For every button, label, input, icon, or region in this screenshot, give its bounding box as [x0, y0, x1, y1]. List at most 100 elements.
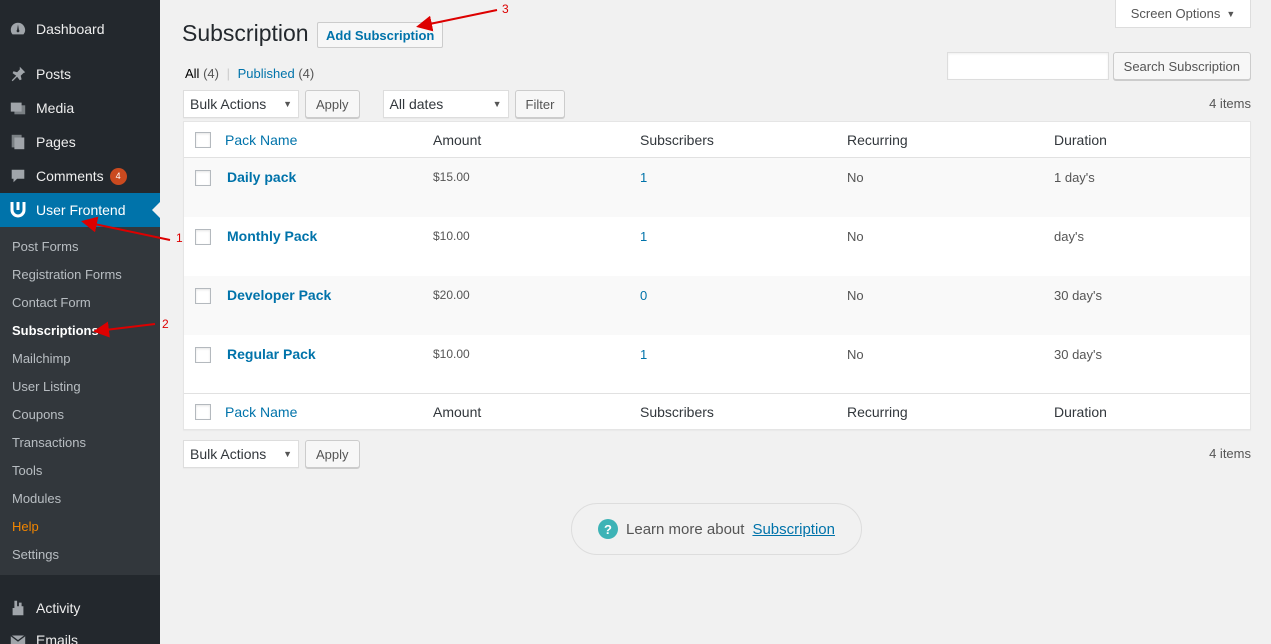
column-pack-name[interactable]: Pack Name: [225, 404, 297, 420]
menu-emails[interactable]: Emails: [0, 625, 160, 644]
menu-label: Media: [36, 100, 75, 116]
question-icon: ?: [598, 519, 619, 539]
date-filter-value: All dates: [389, 96, 444, 112]
search-subscription-button[interactable]: Search Subscription: [1112, 52, 1251, 80]
items-count-bottom: 4 items: [1209, 446, 1251, 461]
pack-recurring: No: [847, 347, 864, 362]
apply-button-top[interactable]: Apply: [305, 90, 360, 118]
row-checkbox[interactable]: [195, 347, 211, 363]
search-input[interactable]: [946, 52, 1109, 80]
pack-name-link[interactable]: Regular Pack: [227, 346, 316, 362]
column-duration: Duration: [1054, 131, 1107, 148]
pack-subscribers-link[interactable]: 1: [640, 170, 647, 185]
submenu-tools[interactable]: Tools: [0, 457, 160, 485]
pack-amount: $10.00: [433, 229, 470, 243]
comment-count-badge: 4: [109, 167, 127, 185]
bulk-actions-select-top[interactable]: Bulk Actions ▼: [183, 90, 299, 118]
menu-comments[interactable]: Comments 4: [0, 159, 160, 193]
row-checkbox[interactable]: [195, 170, 211, 186]
pack-recurring: No: [847, 288, 864, 303]
bulk-actions-value: Bulk Actions: [190, 96, 267, 112]
media-icon: [8, 98, 28, 118]
pack-name-link[interactable]: Daily pack: [227, 169, 296, 185]
date-filter-select[interactable]: All dates ▼: [382, 90, 509, 118]
caret-down-icon: ▼: [492, 99, 502, 109]
items-count-top: 4 items: [1209, 96, 1251, 111]
bulk-actions-select-bottom[interactable]: Bulk Actions ▼: [183, 440, 299, 468]
submenu-contact-form[interactable]: Contact Form: [0, 289, 160, 317]
submenu-user-listing[interactable]: User Listing: [0, 373, 160, 401]
pack-recurring: No: [847, 170, 864, 185]
menu-label: User Frontend: [36, 202, 126, 218]
submenu-subscriptions[interactable]: Subscriptions: [0, 317, 160, 345]
view-published-count: (4): [298, 66, 315, 81]
row-checkbox[interactable]: [195, 288, 211, 304]
pack-amount: $15.00: [433, 170, 470, 184]
menu-user-frontend[interactable]: User Frontend: [0, 193, 160, 227]
column-recurring: Recurring: [847, 131, 908, 148]
pin-icon: [8, 64, 28, 84]
table-header: Pack Name Amount Subscribers Recurring D…: [184, 122, 1250, 158]
menu-media[interactable]: Media: [0, 91, 160, 125]
menu-dashboard[interactable]: Dashboard: [0, 12, 160, 46]
pack-subscribers-link[interactable]: 1: [640, 229, 647, 244]
screen-options-label: Screen Options: [1130, 6, 1221, 21]
activity-icon: [8, 598, 28, 618]
subscriptions-table: Pack Name Amount Subscribers Recurring D…: [183, 121, 1251, 430]
learn-more-link[interactable]: Subscription: [752, 521, 835, 538]
view-filters: All (4) | Published (4): [185, 66, 314, 81]
view-separator: |: [226, 66, 230, 81]
caret-down-icon: ▼: [283, 449, 292, 459]
pack-duration: 30 day's: [1054, 288, 1103, 303]
annotation-number-1: 1: [176, 231, 183, 245]
add-subscription-button[interactable]: Add Subscription: [317, 22, 444, 48]
select-all-checkbox[interactable]: [195, 132, 211, 148]
pack-recurring: No: [847, 229, 864, 244]
user-frontend-logo-icon: [8, 200, 28, 220]
menu-activity[interactable]: Activity: [0, 591, 160, 625]
view-all[interactable]: All: [185, 66, 199, 81]
submenu-post-forms[interactable]: Post Forms: [0, 233, 160, 261]
table-footer: Pack Name Amount Subscribers Recurring D…: [184, 393, 1250, 429]
table-row: Developer Pack $20.00 0 No 30 day's: [184, 276, 1250, 335]
tablenav-top: Bulk Actions ▼ Apply All dates ▼ Filter: [183, 90, 566, 118]
pack-name-link[interactable]: Developer Pack: [227, 287, 331, 303]
screen-options-button[interactable]: Screen Options ▼: [1115, 0, 1251, 28]
submenu-transactions[interactable]: Transactions: [0, 429, 160, 457]
learn-more-box: ? Learn more about Subscription: [571, 503, 862, 555]
select-all-checkbox-footer[interactable]: [195, 404, 211, 420]
menu-pages[interactable]: Pages: [0, 125, 160, 159]
submenu-help[interactable]: Help: [0, 513, 160, 541]
filter-button[interactable]: Filter: [514, 90, 566, 118]
view-all-count: (4): [203, 66, 219, 81]
menu-label: Dashboard: [36, 21, 105, 37]
column-duration: Duration: [1054, 403, 1107, 420]
pack-amount: $10.00: [433, 347, 470, 361]
column-pack-name[interactable]: Pack Name: [225, 132, 297, 148]
learn-more-text: Learn more about: [626, 520, 745, 538]
submenu-mailchimp[interactable]: Mailchimp: [0, 345, 160, 373]
submenu-coupons[interactable]: Coupons: [0, 401, 160, 429]
menu-label: Posts: [36, 66, 72, 82]
email-icon: [8, 630, 28, 644]
menu-posts[interactable]: Posts: [0, 57, 160, 91]
submenu-modules[interactable]: Modules: [0, 485, 160, 513]
submenu-settings[interactable]: Settings: [0, 541, 160, 569]
pack-name-link[interactable]: Monthly Pack: [227, 228, 317, 244]
dashboard-icon: [8, 19, 28, 39]
column-subscribers: Subscribers: [640, 403, 714, 420]
pack-amount: $20.00: [433, 288, 470, 302]
submenu-registration-forms[interactable]: Registration Forms: [0, 261, 160, 289]
view-published[interactable]: Published: [238, 66, 295, 81]
caret-down-icon: ▼: [283, 99, 292, 109]
row-checkbox[interactable]: [195, 229, 211, 245]
apply-button-bottom[interactable]: Apply: [305, 440, 360, 468]
menu-label: Emails: [36, 632, 79, 644]
pack-duration: 1 day's: [1054, 170, 1095, 185]
tablenav-bottom: Bulk Actions ▼ Apply: [183, 440, 360, 468]
table-row: Monthly Pack $10.00 1 No day's: [184, 217, 1250, 276]
table-row: Regular Pack $10.00 1 No 30 day's: [184, 335, 1250, 394]
main-content: Screen Options ▼ Subscription Add Subscr…: [160, 0, 1271, 644]
pack-subscribers-link[interactable]: 0: [640, 288, 647, 303]
pack-subscribers-link[interactable]: 1: [640, 347, 647, 362]
